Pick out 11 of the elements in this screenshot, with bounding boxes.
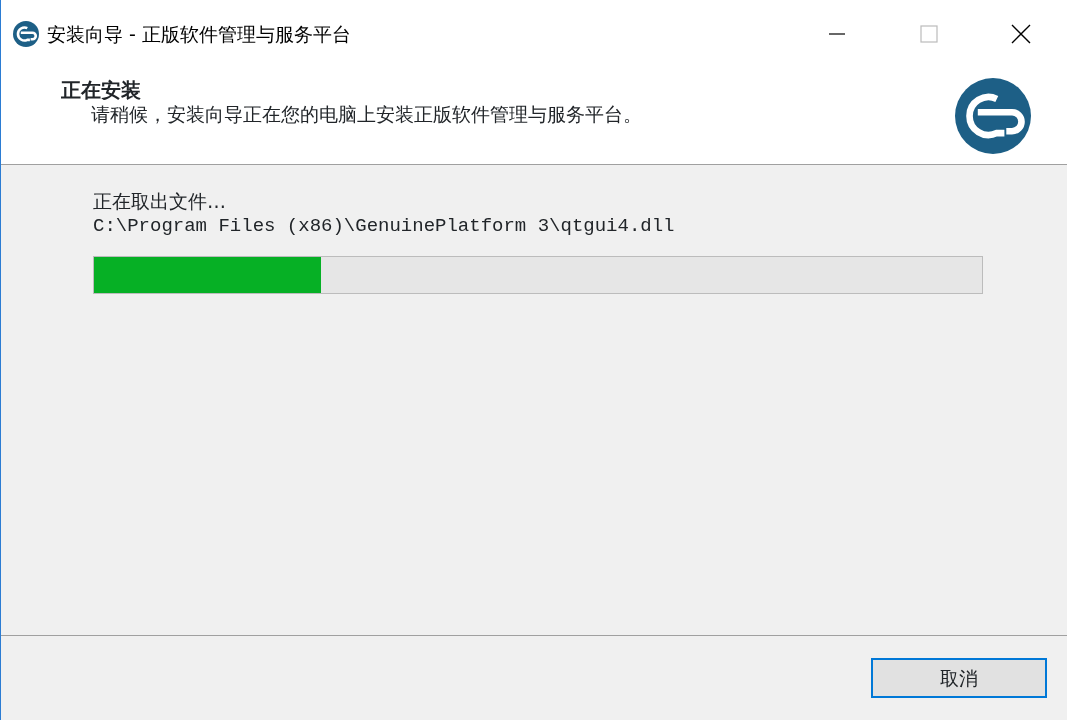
- page-heading: 正在安装: [61, 78, 142, 102]
- window-title: 安装向导 - 正版软件管理与服务平台: [47, 21, 351, 47]
- file-path: C:\Program Files (x86)\GenuinePlatform 3\qtgui4.dll: [93, 213, 676, 239]
- app-logo-icon: [955, 78, 1031, 154]
- app-logo-icon: [13, 21, 39, 47]
- cancel-button[interactable]: 取消: [871, 658, 1047, 698]
- minimize-icon: [829, 33, 845, 35]
- maximize-icon: [919, 24, 939, 44]
- page-subtitle: 请稍候，安装向导正在您的电脑上安装正版软件管理与服务平台。: [91, 102, 642, 127]
- status-text: 正在取出文件…: [93, 189, 227, 214]
- close-icon: [1010, 23, 1032, 45]
